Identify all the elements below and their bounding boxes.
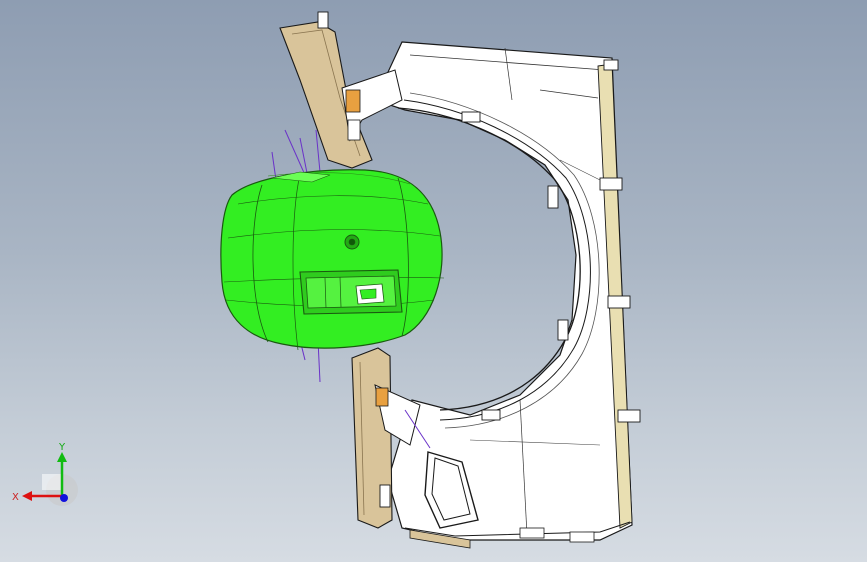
orientation-triad[interactable]: Y X: [10, 438, 80, 508]
x-axis-arrow-icon: [22, 491, 32, 501]
selected-lamp-housing[interactable]: [220, 169, 445, 351]
z-axis-dot-icon: [60, 494, 68, 502]
y-axis-label: Y: [58, 442, 66, 453]
model-scene[interactable]: [0, 0, 867, 562]
triad-plane: [42, 474, 62, 490]
y-axis-arrow-icon: [57, 452, 67, 462]
graphics-viewport[interactable]: Y X: [0, 0, 867, 562]
upper-trim-bracket[interactable]: [279, 11, 403, 169]
x-axis-label: X: [12, 492, 19, 503]
